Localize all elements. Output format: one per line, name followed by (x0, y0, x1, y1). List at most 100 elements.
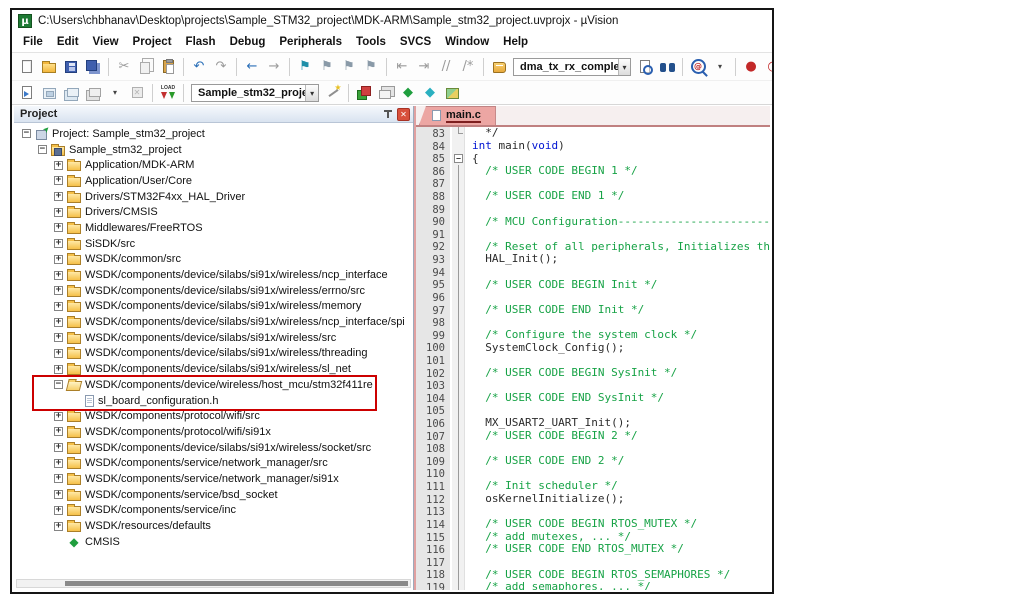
expander-expanded[interactable]: − (54, 380, 63, 389)
tree-item[interactable]: +WSDK/components/device/silabs/si91x/wir… (14, 346, 413, 362)
target-combo[interactable]: Sample_stm32_project▾ (191, 84, 319, 102)
download-button[interactable]: LOAD (158, 83, 178, 103)
expander-collapsed[interactable]: + (54, 506, 63, 515)
close-panel-button[interactable]: ✕ (397, 108, 410, 121)
navigate-forward-button[interactable]: → (264, 57, 284, 77)
incremental-find-button[interactable] (657, 57, 677, 77)
expander-collapsed[interactable]: + (54, 192, 63, 201)
pin-icon[interactable] (381, 108, 394, 121)
tree-item[interactable]: +Middlewares/FreeRTOS (14, 220, 413, 236)
manage-rte-button[interactable] (354, 83, 374, 103)
expander-collapsed[interactable]: + (54, 255, 63, 264)
toggle-bookmark-button[interactable]: ⚑ (295, 57, 315, 77)
translate-button[interactable] (17, 83, 37, 103)
tree-item[interactable]: sl_board_configuration.h (14, 393, 413, 409)
expander-expanded[interactable]: − (38, 145, 47, 154)
expander-collapsed[interactable]: + (54, 333, 63, 342)
manage-project-items-button[interactable]: ◆ (398, 83, 418, 103)
expander-collapsed[interactable]: + (54, 474, 63, 483)
manage-books-button[interactable] (376, 83, 396, 103)
redo-button[interactable]: ↷ (211, 57, 231, 77)
code-editor[interactable]: 83 */84int main(void)85−{86 /* USER CODE… (416, 127, 770, 590)
tree-item[interactable]: +Drivers/STM32F4xx_HAL_Driver (14, 189, 413, 205)
menu-tools[interactable]: Tools (349, 34, 393, 50)
menu-svcs[interactable]: SVCS (393, 34, 438, 50)
find-in-files-button[interactable] (635, 57, 655, 77)
open-file-button[interactable] (39, 57, 59, 77)
tree-item[interactable]: +Application/User/Core (14, 173, 413, 189)
expander-expanded[interactable]: − (22, 129, 31, 138)
expander-collapsed[interactable]: + (54, 318, 63, 327)
indent-button[interactable]: ⇥ (414, 57, 434, 77)
expander-collapsed[interactable]: + (54, 271, 63, 280)
expander-collapsed[interactable]: + (54, 522, 63, 531)
target-combo-dropdown-icon[interactable]: ▾ (305, 85, 318, 101)
expander-collapsed[interactable]: + (54, 208, 63, 217)
batch-build-dropdown[interactable]: ▾ (105, 83, 125, 103)
tab-main-c[interactable]: main.c (419, 106, 496, 125)
select-software-packs-button[interactable]: ◆ (420, 83, 440, 103)
menu-project[interactable]: Project (126, 34, 179, 50)
tree-item[interactable]: +WSDK/components/device/silabs/si91x/wir… (14, 330, 413, 346)
clear-bookmarks-button[interactable]: ⚑ (361, 57, 381, 77)
tree-item[interactable]: +Application/MDK-ARM (14, 157, 413, 173)
expander-collapsed[interactable]: + (54, 349, 63, 358)
menu-flash[interactable]: Flash (179, 34, 223, 50)
expander-collapsed[interactable]: + (54, 459, 63, 468)
expander-collapsed[interactable]: + (54, 490, 63, 499)
search-combo-dropdown-icon[interactable]: ▾ (618, 59, 630, 75)
rebuild-all-button[interactable] (61, 83, 81, 103)
pack-installer-button[interactable] (442, 83, 462, 103)
disable-breakpoint-button[interactable]: ○ (763, 57, 774, 77)
find-dropdown[interactable]: ▾ (710, 57, 730, 77)
expander-collapsed[interactable]: + (54, 176, 63, 185)
tree-item[interactable]: +WSDK/components/service/inc (14, 503, 413, 519)
tree-item[interactable]: +WSDK/components/device/silabs/si91x/wir… (14, 314, 413, 330)
options-for-target-button[interactable] (323, 83, 343, 103)
paste-button[interactable] (158, 57, 178, 77)
expander-collapsed[interactable]: + (54, 286, 63, 295)
expander-collapsed[interactable]: + (54, 412, 63, 421)
outdent-button[interactable]: ⇤ (392, 57, 412, 77)
tree-item[interactable]: +WSDK/components/device/silabs/si91x/wir… (14, 299, 413, 315)
expander-collapsed[interactable]: + (54, 223, 63, 232)
find-button[interactable]: @ (688, 57, 708, 77)
comment-selection-button[interactable]: // (436, 57, 456, 77)
expander-collapsed[interactable]: + (54, 443, 63, 452)
fold-collapse-box[interactable]: − (454, 154, 463, 163)
expander-collapsed[interactable]: + (54, 239, 63, 248)
menu-help[interactable]: Help (496, 34, 535, 50)
hscrollbar-thumb[interactable] (65, 581, 408, 586)
tree-item[interactable]: +WSDK/resources/defaults (14, 518, 413, 534)
tree-item[interactable]: +WSDK/components/device/silabs/si91x/wir… (14, 361, 413, 377)
tree-item[interactable]: +WSDK/common/src (14, 252, 413, 268)
tree-item[interactable]: +SiSDK/src (14, 236, 413, 252)
expander-collapsed[interactable]: + (54, 365, 63, 374)
tree-item[interactable]: −WSDK/components/device/wireless/host_mc… (14, 377, 413, 393)
next-bookmark-button[interactable]: ⚑ (339, 57, 359, 77)
tree-item[interactable]: +WSDK/components/device/silabs/si91x/wir… (14, 267, 413, 283)
insert-breakpoint-button[interactable]: ● (741, 57, 761, 77)
prev-bookmark-button[interactable]: ⚑ (317, 57, 337, 77)
tree-item[interactable]: +WSDK/components/service/network_manager… (14, 455, 413, 471)
copy-button[interactable] (136, 57, 156, 77)
expander-collapsed[interactable]: + (54, 427, 63, 436)
navigate-back-button[interactable]: ← (242, 57, 262, 77)
books-button[interactable] (489, 57, 509, 77)
undo-button[interactable]: ↶ (189, 57, 209, 77)
batch-build-button[interactable] (83, 83, 103, 103)
tree-item[interactable]: +WSDK/components/service/network_manager… (14, 471, 413, 487)
menu-view[interactable]: View (86, 34, 126, 50)
uncomment-selection-button[interactable]: /* (458, 57, 478, 77)
tree-item[interactable]: +Drivers/CMSIS (14, 204, 413, 220)
menu-debug[interactable]: Debug (223, 34, 273, 50)
menu-window[interactable]: Window (438, 34, 496, 50)
tree-item[interactable]: −Project: Sample_stm32_project (14, 126, 413, 142)
save-all-button[interactable] (83, 57, 103, 77)
build-button[interactable] (39, 83, 59, 103)
new-file-button[interactable] (17, 57, 37, 77)
menu-peripherals[interactable]: Peripherals (272, 34, 349, 50)
tree-item[interactable]: +WSDK/components/protocol/wifi/si91x (14, 424, 413, 440)
tree-item[interactable]: +WSDK/components/protocol/wifi/src (14, 408, 413, 424)
project-tree[interactable]: −Project: Sample_stm32_project−Sample_st… (14, 123, 413, 578)
